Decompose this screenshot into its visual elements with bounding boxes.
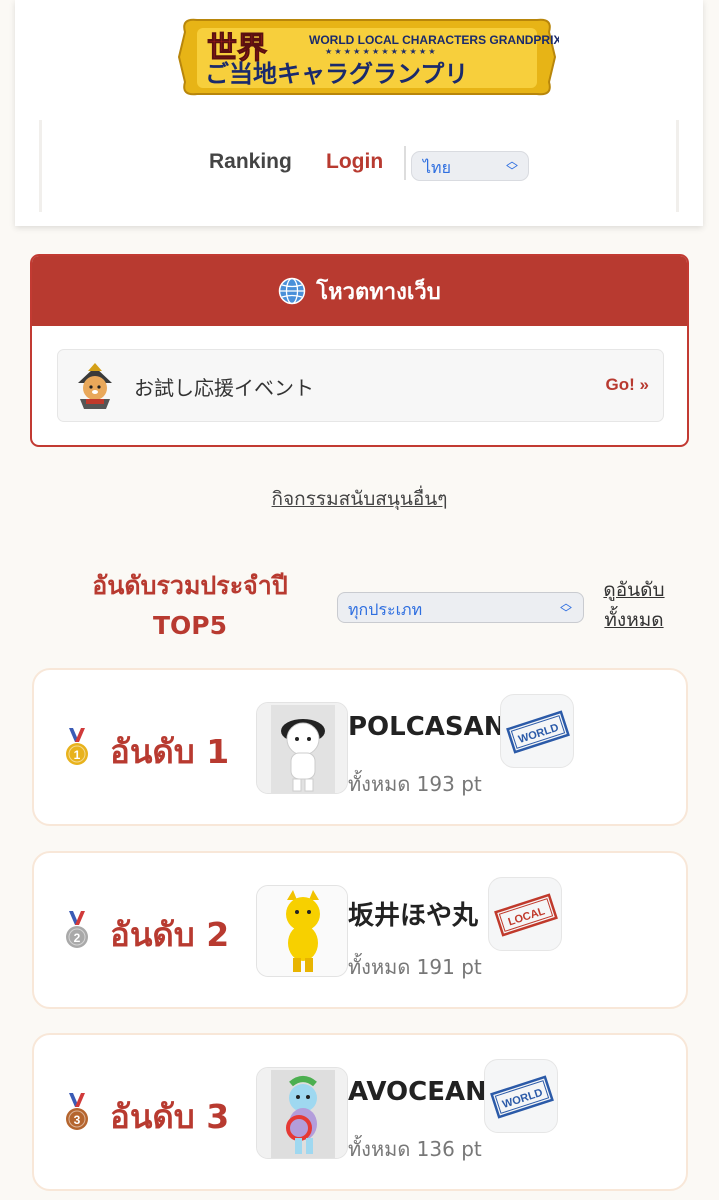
category-badge: LOCAL bbox=[488, 877, 562, 951]
samurai-mascot-icon bbox=[78, 363, 112, 409]
category-value: ทุกประเภท bbox=[348, 600, 423, 619]
globe-icon bbox=[279, 277, 306, 305]
character-thumbnail[interactable] bbox=[256, 702, 348, 794]
site-logo[interactable]: 世界 WORLD LOCAL CHARACTERS GRANDPRIX ★ ★ … bbox=[175, 14, 559, 100]
svg-text:2: 2 bbox=[74, 931, 81, 945]
other-activities-row: กิจกรรมสนับสนุนอื่นๆ bbox=[0, 484, 719, 514]
svg-text:LOCAL: LOCAL bbox=[507, 905, 547, 928]
nav-bar: Ranking Login ไทย ︿ ﹀ bbox=[39, 120, 679, 212]
medal-icon: 2 bbox=[66, 911, 88, 948]
chevron-updown-icon: ︿ ﹀ bbox=[505, 154, 518, 178]
character-points: ทั้งหมด 136 pt bbox=[348, 1137, 482, 1161]
web-vote-panel: โหวตทางเว็บ お試し応援イベント Go! » bbox=[30, 254, 689, 447]
rank-card[interactable]: 3 อันดับ 3 AVOCEAN ทั้งหมด 136 pt WORLD bbox=[32, 1033, 688, 1191]
go-button[interactable]: Go! » bbox=[606, 375, 649, 395]
category-badge: WORLD bbox=[484, 1059, 558, 1133]
rank-card[interactable]: 1 อันดับ 1 POLCASAN ทั้งหมด 193 pt WORLD bbox=[32, 668, 688, 826]
character-thumbnail[interactable] bbox=[256, 1067, 348, 1159]
character-points: ทั้งหมด 191 pt bbox=[348, 955, 482, 979]
web-vote-title: โหวตทางเว็บ bbox=[316, 279, 441, 305]
svg-text:3: 3 bbox=[74, 1113, 81, 1127]
language-select[interactable]: ไทย ︿ ﹀ bbox=[411, 151, 529, 181]
character-name: AVOCEAN bbox=[348, 1077, 487, 1107]
vote-event-name: お試し応援イベント bbox=[134, 376, 314, 400]
rank-label: อันดับ 1 bbox=[110, 732, 230, 771]
character-name: 坂井ほや丸 bbox=[348, 901, 479, 931]
ranking-title: อันดับรวมประจำปี TOP5 bbox=[50, 566, 330, 646]
web-vote-header: โหวตทางเว็บ bbox=[32, 256, 687, 326]
character-name: POLCASAN bbox=[348, 712, 506, 742]
rank-label: อันดับ 2 bbox=[110, 915, 230, 954]
vote-event-item[interactable]: お試し応援イベント Go! » bbox=[57, 349, 664, 422]
nav-login-link[interactable]: Login bbox=[326, 150, 383, 174]
category-select[interactable]: ทุกประเภท ︿ ﹀ bbox=[337, 592, 584, 623]
other-activities-link[interactable]: กิจกรรมสนับสนุนอื่นๆ bbox=[272, 488, 448, 510]
svg-text:1: 1 bbox=[74, 748, 81, 762]
language-value: ไทย bbox=[423, 158, 451, 177]
character-points: ทั้งหมด 193 pt bbox=[348, 772, 482, 796]
ranking-title-line1: อันดับรวมประจำปี bbox=[92, 571, 288, 600]
category-badge: WORLD bbox=[500, 694, 574, 768]
logo-japanese: ご当地キャラグランプリ bbox=[205, 60, 468, 88]
nav-ranking-link[interactable]: Ranking bbox=[209, 150, 292, 174]
medal-icon: 3 bbox=[66, 1093, 88, 1130]
site-header: 世界 WORLD LOCAL CHARACTERS GRANDPRIX ★ ★ … bbox=[15, 0, 703, 226]
nav-divider bbox=[404, 146, 406, 180]
see-all-line1: ดูอันดับ bbox=[603, 579, 665, 601]
chevron-updown-icon: ︿ ﹀ bbox=[559, 596, 572, 620]
logo-english: WORLD LOCAL CHARACTERS GRANDPRIX bbox=[309, 33, 559, 47]
see-all-line2: ทั้งหมด bbox=[604, 609, 664, 631]
medal-icon: 1 bbox=[66, 728, 88, 765]
rank-card[interactable]: 2 อันดับ 2 坂井ほや丸 ทั้งหมด 191 pt LOCAL bbox=[32, 851, 688, 1009]
svg-text:★ ★ ★ ★ ★ ★ ★ ★ ★ ★ ★ ★: ★ ★ ★ ★ ★ ★ ★ ★ ★ ★ ★ ★ bbox=[325, 47, 436, 56]
character-thumbnail[interactable] bbox=[256, 885, 348, 977]
ranking-title-line2: TOP5 bbox=[152, 611, 228, 640]
see-all-rankings-link[interactable]: ดูอันดับ ทั้งหมด bbox=[594, 575, 674, 635]
rank-label: อันดับ 3 bbox=[110, 1097, 230, 1136]
